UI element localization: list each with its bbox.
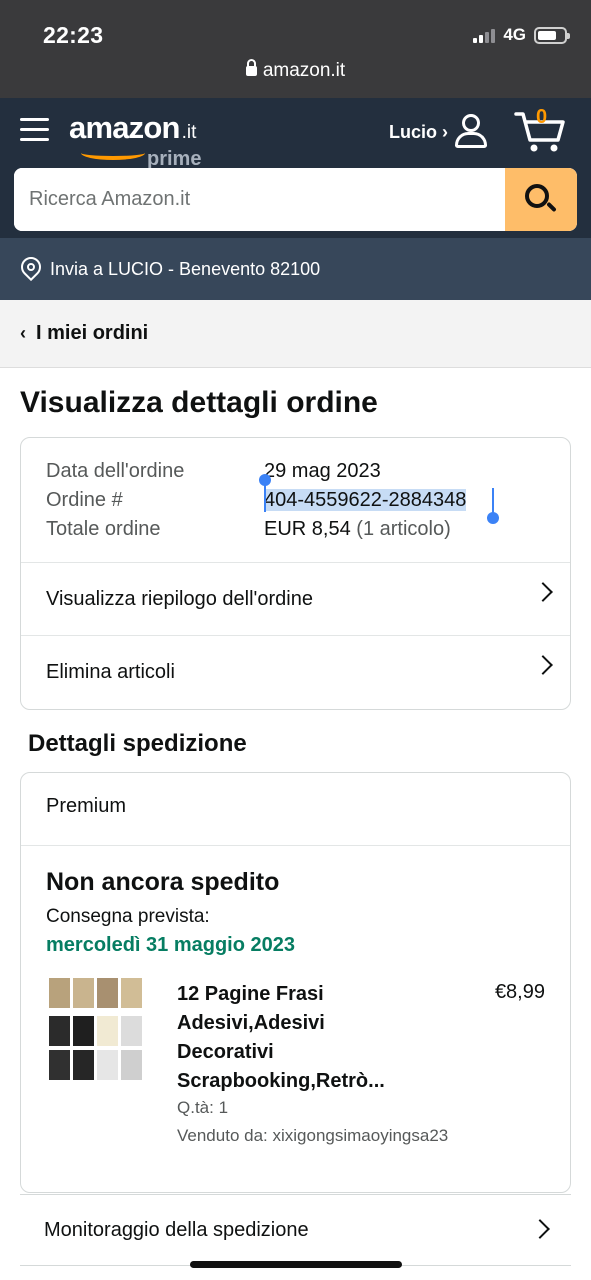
address-bar[interactable]: amazon.it bbox=[0, 59, 591, 82]
order-total-items: (1 articolo) bbox=[356, 518, 451, 540]
menu-icon[interactable] bbox=[20, 118, 49, 142]
clock: 22:23 bbox=[43, 22, 104, 48]
order-total-label: Totale ordine bbox=[46, 518, 161, 540]
eta-label: Consegna prevista: bbox=[46, 906, 210, 927]
view-order-summary-label: Visualizza riepilogo dell'ordine bbox=[46, 587, 313, 610]
order-number-label: Ordine # bbox=[46, 489, 123, 511]
shipping-service: Premium bbox=[46, 795, 127, 817]
order-number-value[interactable]: 404-4559622-2884348 bbox=[264, 489, 467, 511]
location-pin-icon bbox=[16, 252, 46, 282]
track-shipment-link[interactable]: Monitoraggio della spedizione bbox=[20, 1194, 571, 1266]
product-seller: Venduto da: xixigongsimaoyingsa23 bbox=[177, 1126, 449, 1145]
deliver-to-text: Invia a LUCIO - Benevento 82100 bbox=[50, 258, 321, 279]
order-date-value: 29 mag 2023 bbox=[264, 460, 381, 482]
network-label: 4G bbox=[503, 25, 526, 44]
product-price: €8,99 bbox=[494, 981, 545, 1003]
cart-count: 0 bbox=[536, 106, 548, 128]
breadcrumb-label: I miei ordini bbox=[36, 322, 149, 344]
product-quantity: Q.tà: 1 bbox=[177, 1098, 229, 1117]
battery-icon bbox=[534, 26, 570, 44]
product-title-line: Scrapbooking,Retrò... bbox=[177, 1070, 385, 1092]
selection-start-handle[interactable] bbox=[259, 474, 271, 512]
home-indicator[interactable] bbox=[190, 1261, 402, 1268]
product-title-line: Adesivi,Adesivi bbox=[177, 1012, 325, 1034]
url-text: amazon.it bbox=[262, 60, 346, 81]
site-header: amazon .it prime Lucio › 0 bbox=[0, 98, 591, 238]
product-title[interactable]: 12 Pagine Frasi Adesivi,Adesivi Decorati… bbox=[177, 980, 417, 1096]
view-order-summary-link[interactable]: Visualizza riepilogo dell'ordine bbox=[21, 562, 570, 635]
amazon-logo[interactable]: amazon .it prime bbox=[69, 110, 201, 170]
order-total-amount: EUR 8,54 bbox=[264, 518, 351, 540]
system-indicators: 4G bbox=[473, 25, 570, 45]
shipment-card: Premium Non ancora spedito Consegna prev… bbox=[20, 772, 571, 1193]
divider bbox=[21, 845, 570, 846]
chevron-right-icon bbox=[533, 655, 553, 675]
product-image[interactable] bbox=[49, 978, 145, 1084]
breadcrumb[interactable]: ‹ I miei ordini bbox=[0, 300, 591, 368]
signal-icon bbox=[473, 27, 496, 43]
order-total-value: EUR 8,54 (1 articolo) bbox=[264, 518, 451, 541]
status-bar: 22:23 4G amazon.it bbox=[0, 0, 591, 98]
search-button[interactable] bbox=[505, 168, 577, 231]
account-link[interactable]: Lucio › bbox=[389, 122, 448, 143]
delete-items-link[interactable]: Elimina articoli bbox=[21, 635, 570, 708]
search-input[interactable] bbox=[14, 168, 505, 231]
chevron-right-icon bbox=[530, 1219, 550, 1239]
chevron-left-icon: ‹ bbox=[20, 323, 26, 343]
logo-word: amazon bbox=[69, 110, 180, 145]
product-title-line: 12 Pagine Frasi bbox=[177, 983, 324, 1005]
logo-smile bbox=[81, 146, 145, 160]
chevron-right-icon bbox=[533, 582, 553, 602]
search-icon bbox=[525, 184, 549, 208]
shipping-section-title: Dettagli spedizione bbox=[28, 730, 247, 757]
track-shipment-label: Monitoraggio della spedizione bbox=[44, 1218, 309, 1241]
order-date-label: Data dell'ordine bbox=[46, 460, 185, 482]
selection-end-handle[interactable] bbox=[487, 488, 499, 524]
page-title: Visualizza dettagli ordine bbox=[20, 386, 378, 419]
deliver-to-bar[interactable]: Invia a LUCIO - Benevento 82100 bbox=[0, 238, 591, 300]
order-info-card: Data dell'ordine 29 mag 2023 Ordine # 40… bbox=[20, 437, 571, 710]
user-icon[interactable] bbox=[452, 112, 490, 152]
shipment-status: Non ancora spedito bbox=[46, 868, 280, 896]
product-title-line: Decorativi bbox=[177, 1041, 274, 1063]
logo-tld: .it bbox=[181, 122, 197, 143]
lock-icon bbox=[245, 59, 257, 76]
search-bar bbox=[14, 168, 577, 231]
delete-items-label: Elimina articoli bbox=[46, 660, 175, 683]
eta-date: mercoledì 31 maggio 2023 bbox=[46, 934, 296, 956]
